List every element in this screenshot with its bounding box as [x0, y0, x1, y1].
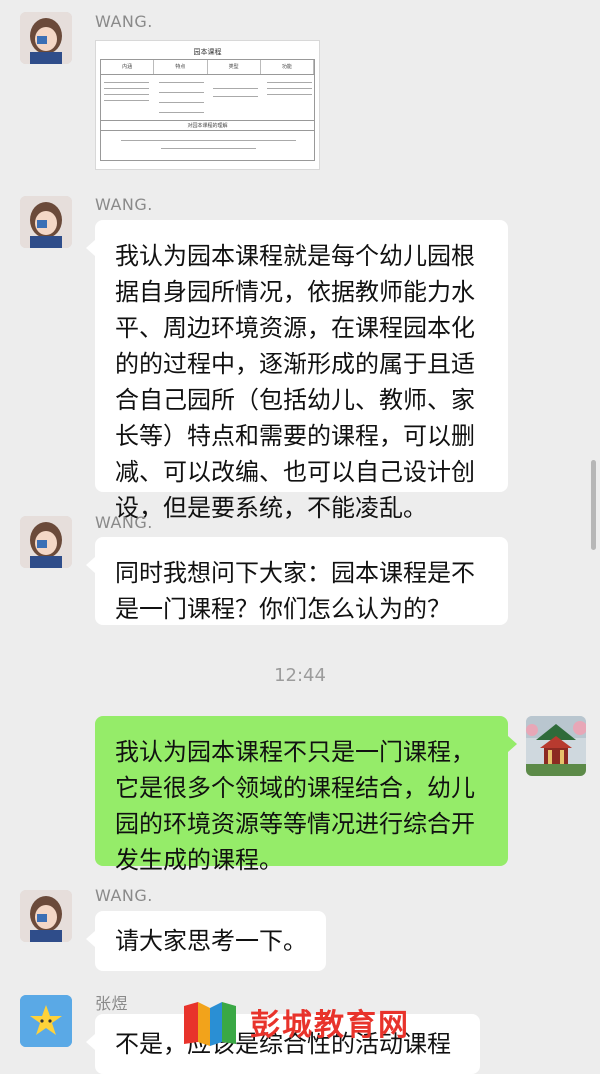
- message-text: 我认为园本课程不只是一门课程，它是很多个领域的课程结合，幼儿园的环境资源等等情况…: [115, 738, 475, 874]
- watermark-logo: 彭城教育网: [180, 998, 440, 1048]
- sender-name: WANG.: [95, 886, 153, 905]
- image-text-line: [159, 112, 204, 113]
- message-bubble[interactable]: 我认为园本课程就是每个幼儿园根据自身园所情况，依据教师能力水平、周边环境资源，在…: [86, 220, 508, 522]
- image-text-line: [267, 88, 312, 89]
- message-bubble[interactable]: 同时我想问下大家：园本课程是不是一门课程？你们怎么认为的？: [86, 537, 508, 625]
- image-header-cell: 特点: [154, 60, 208, 74]
- message-text: 我认为园本课程就是每个幼儿园根据自身园所情况，依据教师能力水平、周边环境资源，在…: [115, 242, 475, 522]
- image-text-line: [161, 148, 256, 149]
- avatar-wang[interactable]: [20, 890, 72, 942]
- sender-name: WANG.: [95, 12, 153, 31]
- sender-name: WANG.: [95, 195, 153, 214]
- image-text-line: [159, 92, 204, 93]
- image-text-line: [213, 96, 258, 97]
- book-logo-icon: [184, 1002, 236, 1046]
- image-text-line: [267, 82, 312, 83]
- image-header-cell: 类型: [208, 60, 261, 74]
- message-text: 请大家思考一下。: [115, 927, 307, 955]
- image-text-line: [159, 82, 204, 83]
- avatar-zhangyu[interactable]: [20, 995, 72, 1047]
- image-header-cell: 功能: [261, 60, 314, 74]
- avatar-self[interactable]: [526, 716, 586, 776]
- image-text-line: [213, 88, 258, 89]
- sender-name: 张煜: [95, 994, 129, 1013]
- watermark-text: 彭城教育网: [250, 1008, 410, 1043]
- image-table: 内涵 特点 类型 功能 对园本课程的理解: [100, 59, 315, 161]
- image-divider: [101, 120, 314, 121]
- image-header-cell: 内涵: [101, 60, 155, 74]
- image-text-line: [159, 102, 204, 103]
- image-text-line: [104, 88, 149, 89]
- avatar-wang[interactable]: [20, 12, 72, 64]
- message-bubble[interactable]: 请大家思考一下。: [86, 911, 326, 971]
- avatar-wang[interactable]: [20, 516, 72, 568]
- image-text-line: [104, 82, 149, 83]
- image-title: 园本课程: [193, 48, 222, 56]
- scrollbar[interactable]: [591, 460, 596, 550]
- image-text-line: [104, 94, 149, 95]
- message-text: 同时我想问下大家：园本课程是不是一门课程？你们怎么认为的？: [115, 559, 475, 623]
- message-bubble-self[interactable]: 我认为园本课程不只是一门课程，它是很多个领域的课程结合，幼儿园的环境资源等等情况…: [95, 716, 517, 874]
- image-text-line: [267, 94, 312, 95]
- image-divider: [101, 130, 314, 131]
- image-text-line: [121, 140, 296, 141]
- sender-name: WANG.: [95, 513, 153, 532]
- image-text-line: [104, 100, 149, 101]
- course-table-image[interactable]: 园本课程 内涵 特点 类型 功能 对园本课程的理解: [95, 40, 320, 170]
- avatar-wang[interactable]: [20, 196, 72, 248]
- image-table-header: 内涵 特点 类型 功能: [101, 60, 314, 75]
- image-subtitle: 对园本课程的理解: [187, 123, 228, 129]
- timestamp: 12:44: [274, 665, 326, 686]
